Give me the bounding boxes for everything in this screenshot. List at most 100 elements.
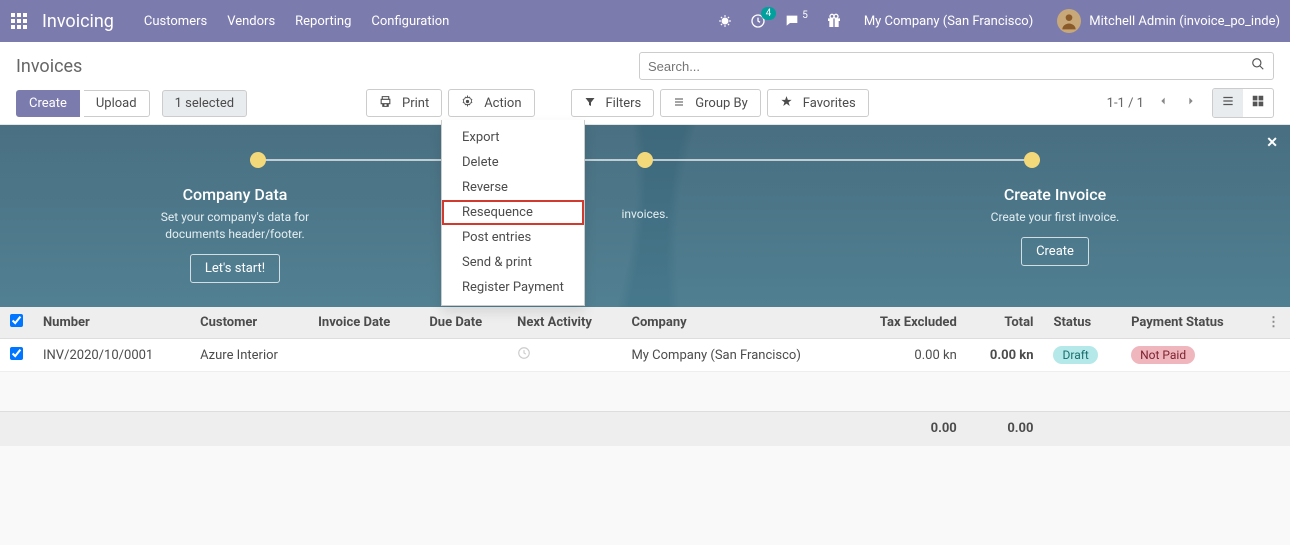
avatar <box>1057 9 1081 33</box>
table-row[interactable]: INV/2020/10/0001 Azure Interior My Compa… <box>0 339 1290 372</box>
control-panel: Invoices Create Upload 1 selected Print <box>0 42 1290 125</box>
footer-tax-excluded: 0.00 <box>850 412 967 446</box>
action-delete[interactable]: Delete <box>442 150 584 175</box>
col-next-activity[interactable]: Next Activity <box>507 307 621 339</box>
table-footer-row: 0.00 0.00 <box>0 412 1290 446</box>
gift-icon[interactable] <box>826 13 842 29</box>
col-due-date[interactable]: Due Date <box>419 307 507 339</box>
col-customer[interactable]: Customer <box>190 307 308 339</box>
col-total[interactable]: Total <box>967 307 1044 339</box>
col-invoice-date[interactable]: Invoice Date <box>308 307 419 339</box>
step1-line1: Set your company's data for <box>40 210 430 224</box>
cell-company: My Company (San Francisco) <box>621 339 849 372</box>
nav-customers[interactable]: Customers <box>144 14 207 29</box>
brand[interactable]: Invoicing <box>42 11 114 32</box>
create-button[interactable]: Create <box>16 90 80 117</box>
action-resequence[interactable]: Resequence <box>442 200 584 225</box>
lets-start-button[interactable]: Let's start! <box>190 254 280 283</box>
cell-payment-status: Not Paid <box>1121 339 1257 372</box>
select-all-header[interactable] <box>0 307 33 339</box>
cell-number: INV/2020/10/0001 <box>33 339 190 372</box>
payment-status-badge: Not Paid <box>1131 346 1195 364</box>
discuss-badge: 5 <box>802 10 808 21</box>
activity-clock-icon[interactable] <box>517 349 531 364</box>
step-create-invoice: Create Invoice Create your first invoice… <box>860 185 1250 283</box>
view-switcher <box>1212 88 1274 118</box>
select-all-checkbox[interactable] <box>10 314 23 327</box>
pager: 1-1 / 1 <box>1107 95 1200 111</box>
kanban-view-button[interactable] <box>1243 89 1273 117</box>
discuss-icon[interactable]: 5 <box>784 13 808 29</box>
user-name: Mitchell Admin (invoice_po_inde) <box>1089 14 1280 29</box>
action-register-payment[interactable]: Register Payment <box>442 275 584 300</box>
step-dot-1 <box>250 152 266 168</box>
nav-configuration[interactable]: Configuration <box>371 14 449 29</box>
col-company[interactable]: Company <box>621 307 849 339</box>
action-dropdown: Export Delete Reverse Resequence Post en… <box>441 120 585 306</box>
filters-button[interactable]: Filters <box>571 89 655 117</box>
cell-total: 0.00 kn <box>967 339 1044 372</box>
upload-button[interactable]: Upload <box>84 90 150 117</box>
search-box[interactable] <box>639 52 1274 80</box>
breadcrumb: Invoices <box>16 56 82 77</box>
user-menu[interactable]: Mitchell Admin (invoice_po_inde) <box>1057 9 1280 33</box>
step-dot-2 <box>637 152 653 168</box>
activity-badge: 4 <box>761 7 777 20</box>
navbar: Invoicing Customers Vendors Reporting Co… <box>0 0 1290 42</box>
step3-line1: Create your first invoice. <box>860 210 1250 224</box>
pager-prev[interactable] <box>1154 95 1172 111</box>
nav-vendors[interactable]: Vendors <box>227 14 275 29</box>
groupby-label: Group By <box>695 96 748 111</box>
col-tax-excluded[interactable]: Tax Excluded <box>850 307 967 339</box>
invoice-table: Number Customer Invoice Date Due Date Ne… <box>0 307 1290 446</box>
action-send-print[interactable]: Send & print <box>442 250 584 275</box>
action-export[interactable]: Export <box>442 125 584 150</box>
close-icon[interactable]: ✕ <box>1266 135 1278 151</box>
apps-icon[interactable] <box>10 12 28 30</box>
cell-invoice-date <box>308 339 419 372</box>
search-input[interactable] <box>648 59 1251 74</box>
company-selector[interactable]: My Company (San Francisco) <box>864 14 1033 29</box>
selection-count: 1 selected <box>162 90 247 117</box>
list-view-button[interactable] <box>1213 89 1243 117</box>
col-number[interactable]: Number <box>33 307 190 339</box>
status-badge: Draft <box>1053 346 1097 364</box>
col-status[interactable]: Status <box>1043 307 1121 339</box>
print-icon <box>379 95 397 111</box>
step3-title: Create Invoice <box>860 185 1250 204</box>
cell-due-date <box>419 339 507 372</box>
groupby-icon <box>673 96 690 111</box>
groupby-button[interactable]: Group By <box>660 89 761 117</box>
filters-label: Filters <box>606 96 642 111</box>
step1-line2: documents header/footer. <box>40 227 430 241</box>
pager-next[interactable] <box>1182 95 1200 111</box>
cell-status: Draft <box>1043 339 1121 372</box>
print-label: Print <box>402 96 429 111</box>
step1-title: Company Data <box>40 185 430 204</box>
action-reverse[interactable]: Reverse <box>442 175 584 200</box>
col-options[interactable]: ⋮ <box>1257 307 1290 339</box>
gear-icon <box>461 95 479 111</box>
action-post-entries[interactable]: Post entries <box>442 225 584 250</box>
print-button[interactable]: Print <box>366 89 442 117</box>
favorites-label: Favorites <box>803 96 856 111</box>
create-invoice-button[interactable]: Create <box>1021 237 1089 266</box>
step-dot-3 <box>1024 152 1040 168</box>
onboarding-panel: ✕ Company Data Set your company's data f… <box>0 125 1290 307</box>
favorites-button[interactable]: Favorites <box>767 89 869 117</box>
cell-next-activity[interactable] <box>507 339 621 372</box>
row-checkbox[interactable] <box>10 347 23 360</box>
search-icon[interactable] <box>1251 57 1265 75</box>
nav-reporting[interactable]: Reporting <box>295 14 351 29</box>
footer-total: 0.00 <box>967 412 1044 446</box>
debug-icon[interactable] <box>718 14 732 28</box>
activity-icon[interactable]: 4 <box>750 13 766 29</box>
cell-tax-excluded: 0.00 kn <box>850 339 967 372</box>
col-payment-status[interactable]: Payment Status <box>1121 307 1257 339</box>
table-header-row: Number Customer Invoice Date Due Date Ne… <box>0 307 1290 339</box>
cell-customer: Azure Interior <box>190 339 308 372</box>
star-icon <box>780 95 798 111</box>
step-company-data: Company Data Set your company's data for… <box>40 185 430 283</box>
pager-text: 1-1 / 1 <box>1107 96 1144 111</box>
action-button[interactable]: Action <box>448 89 534 117</box>
